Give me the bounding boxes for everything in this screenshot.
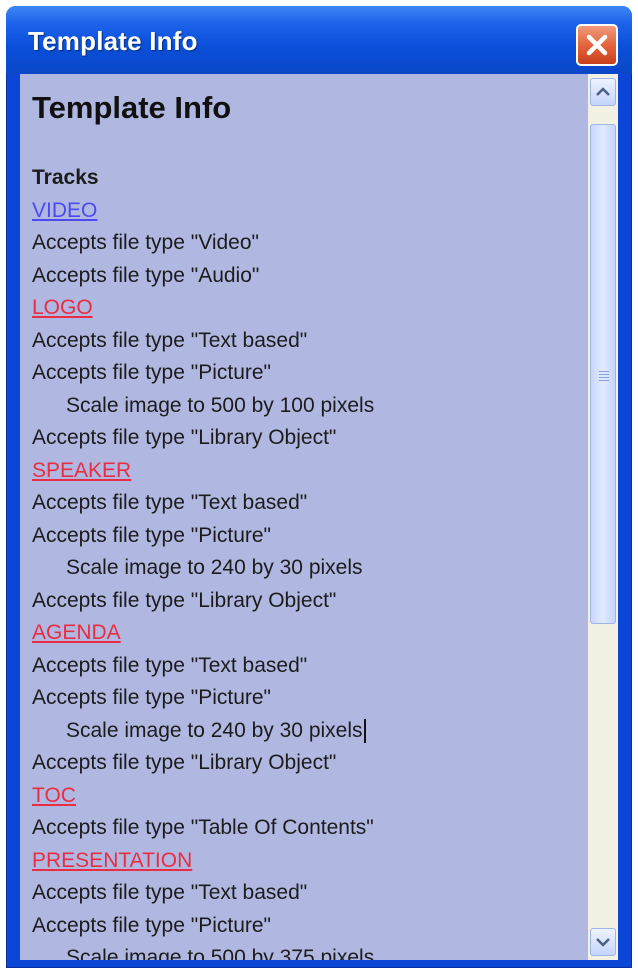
line-text: Accepts file type "Text based"	[32, 328, 308, 352]
accepts-line: Accepts file type "Video"	[20, 227, 588, 260]
chevron-down-icon	[596, 938, 610, 947]
track-link-label[interactable]: SPEAKER	[32, 455, 131, 488]
track-link[interactable]: VIDEO	[20, 195, 588, 228]
line-text: Scale image to 240 by 30 pixels	[66, 718, 363, 742]
template-info-lines: Tracks VIDEO Accepts file type "Video" Acce…	[20, 162, 588, 960]
document-title: Template Info	[32, 90, 232, 125]
track-link[interactable]: AGENDA	[20, 617, 588, 650]
track-link-label[interactable]: TOC	[32, 780, 76, 813]
close-icon	[586, 34, 608, 56]
template-info-window: Template Info Template Info Tracks VIDEO A…	[6, 6, 632, 968]
scroll-up-button[interactable]	[590, 78, 616, 106]
thumb-grip-icon	[599, 371, 609, 383]
track-link[interactable]: PRESENTATION	[20, 845, 588, 878]
scrollbar-thumb[interactable]	[590, 124, 616, 624]
template-info-content: Template Info Tracks VIDEO Accepts file ty…	[20, 74, 588, 960]
accepts-line: Accepts file type "Text based"	[20, 877, 588, 910]
accepts-line: Accepts file type "Library Object"	[20, 747, 588, 780]
line-text: Accepts file type "Library Object"	[32, 426, 337, 449]
accepts-line: Accepts file type "Table Of Contents"	[20, 812, 588, 845]
line-text: Accepts file type "Library Object"	[32, 751, 337, 774]
line-text: Scale image to 500 by 100 pixels	[66, 393, 375, 417]
line-text: Accepts file type "Picture"	[32, 523, 272, 547]
scale-line: Scale image to 500 by 100 pixels	[20, 390, 588, 423]
scale-line: Scale image to 240 by 30 pixels	[20, 715, 588, 748]
line-text: Accepts file type "Text based"	[32, 653, 308, 677]
scale-line: Scale image to 500 by 375 pixels	[20, 942, 588, 960]
accepts-line: Accepts file type "Picture"	[20, 357, 588, 390]
line-text: Accepts file type "Picture"	[32, 686, 272, 709]
track-link-label[interactable]: AGENDA	[32, 617, 121, 650]
accepts-line: Accepts file type "Text based"	[20, 325, 588, 358]
section-heading: Tracks	[20, 162, 588, 195]
scale-line: Scale image to 240 by 30 pixels	[20, 552, 588, 585]
close-button[interactable]	[576, 24, 618, 66]
chevron-up-icon	[596, 87, 610, 96]
scroll-down-button[interactable]	[590, 928, 616, 956]
window-title: Template Info	[28, 26, 198, 56]
vertical-scrollbar[interactable]	[588, 74, 618, 960]
line-text: Scale image to 240 by 30 pixels	[66, 556, 363, 579]
accepts-line: Accepts file type "Library Object"	[20, 422, 588, 455]
accepts-line: Accepts file type "Text based"	[20, 650, 588, 683]
line-text: Accepts file type "Text based"	[32, 491, 308, 514]
accepts-line: Accepts file type "Picture"	[20, 910, 588, 943]
track-link[interactable]: LOGO	[20, 292, 588, 325]
track-link-label[interactable]: LOGO	[32, 292, 93, 325]
text-caret	[363, 718, 366, 743]
line-text: Accepts file type "Text based"	[32, 881, 308, 904]
accepts-line: Accepts file type "Picture"	[20, 682, 588, 715]
line-text: Tracks	[32, 166, 99, 189]
line-text: Accepts file type "Picture"	[32, 361, 272, 384]
line-text: Accepts file type "Audio"	[32, 263, 260, 287]
track-link[interactable]: SPEAKER	[20, 455, 588, 488]
track-link[interactable]: TOC	[20, 780, 588, 813]
track-link-label[interactable]: PRESENTATION	[32, 845, 192, 878]
title-bar[interactable]: Template Info	[6, 6, 632, 74]
line-text: Accepts file type "Picture"	[32, 913, 272, 937]
accepts-line: Accepts file type "Text based"	[20, 487, 588, 520]
accepts-line: Accepts file type "Audio"	[20, 260, 588, 293]
line-text: Accepts file type "Video"	[32, 231, 259, 254]
accepts-line: Accepts file type "Library Object"	[20, 585, 588, 618]
track-link-label[interactable]: VIDEO	[32, 195, 97, 228]
line-text: Accepts file type "Library Object"	[32, 588, 337, 612]
accepts-line: Accepts file type "Picture"	[20, 520, 588, 553]
line-text: Scale image to 500 by 375 pixels	[66, 946, 375, 960]
line-text: Accepts file type "Table Of Contents"	[32, 816, 374, 839]
